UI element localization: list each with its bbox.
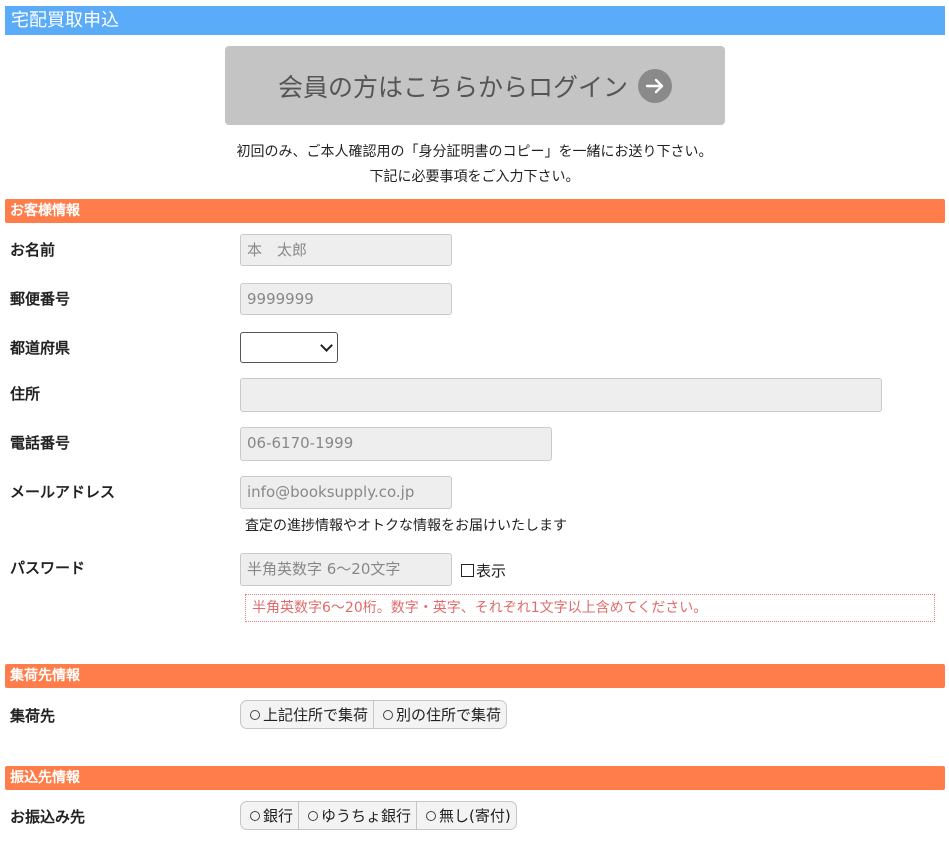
pickup-info-header: 集荷先情報 bbox=[5, 664, 945, 688]
show-password-checkbox[interactable] bbox=[461, 564, 474, 577]
postal-code-placeholder: 9999999 bbox=[247, 290, 314, 308]
transfer-option-group: 銀行 ゆうちょ銀行 無し(寄付) bbox=[240, 801, 517, 830]
transfer-option-label: 無し(寄付) bbox=[439, 807, 511, 825]
email-input[interactable]: info@booksupply.co.jp bbox=[240, 476, 452, 509]
pickup-label: 集荷先 bbox=[10, 707, 56, 725]
customer-info-header: お客様情報 bbox=[5, 199, 945, 223]
postal-code-input[interactable]: 9999999 bbox=[240, 283, 452, 315]
name-placeholder: 本 太郎 bbox=[247, 241, 308, 259]
password-label: パスワード bbox=[10, 559, 86, 577]
email-placeholder: info@booksupply.co.jp bbox=[247, 483, 415, 501]
password-rule-notice: 半角英数字6～20桁。数字・英字、それぞれ1文字以上含めてください。 bbox=[245, 594, 935, 622]
input-instruction: 下記に必要事項をご入力下さい。 bbox=[369, 169, 580, 185]
prefecture-select[interactable] bbox=[240, 332, 338, 363]
prefecture-label: 都道府県 bbox=[10, 339, 71, 357]
transfer-option-label: 銀行 bbox=[263, 807, 294, 825]
radio-icon bbox=[250, 810, 260, 821]
name-label: お名前 bbox=[10, 241, 56, 259]
phone-placeholder: 06-6170-1999 bbox=[247, 434, 354, 452]
arrow-right-icon bbox=[638, 68, 672, 103]
transfer-option-donation[interactable]: 無し(寄付) bbox=[417, 802, 516, 829]
address-label: 住所 bbox=[10, 385, 41, 403]
radio-icon bbox=[250, 709, 260, 720]
login-button-label: 会員の方はこちらからログイン bbox=[277, 72, 628, 102]
transfer-label: お振込み先 bbox=[10, 808, 86, 826]
address-input[interactable] bbox=[240, 378, 882, 412]
radio-icon bbox=[308, 810, 319, 821]
password-placeholder: 半角英数字 6～20文字 bbox=[247, 560, 401, 578]
id-copy-notice: 初回のみ、ご本人確認用の「身分証明書のコピー」を一緒にお送り下さい。 bbox=[236, 144, 713, 160]
page-title: 宅配買取申込 bbox=[5, 6, 945, 35]
pickup-option-other-address[interactable]: 別の住所で集荷 bbox=[374, 701, 506, 728]
name-input[interactable]: 本 太郎 bbox=[240, 234, 452, 266]
show-password-toggle[interactable]: 表示 bbox=[461, 560, 506, 581]
phone-label: 電話番号 bbox=[10, 434, 71, 452]
transfer-option-yucho[interactable]: ゆうちょ銀行 bbox=[299, 802, 418, 829]
email-hint: 査定の進捗情報やオトクな情報をお届けいたします bbox=[245, 518, 567, 534]
chevron-down-icon bbox=[320, 339, 333, 352]
pickup-option-label: 上記住所で集荷 bbox=[263, 706, 369, 724]
pickup-option-group: 上記住所で集荷 別の住所で集荷 bbox=[240, 700, 508, 729]
postal-code-label: 郵便番号 bbox=[10, 290, 71, 308]
email-label: メールアドレス bbox=[10, 483, 116, 501]
transfer-option-bank[interactable]: 銀行 bbox=[241, 802, 300, 829]
phone-input[interactable]: 06-6170-1999 bbox=[240, 427, 552, 461]
pickup-option-same-address[interactable]: 上記住所で集荷 bbox=[241, 701, 375, 728]
transfer-option-label: ゆうちょ銀行 bbox=[321, 807, 412, 825]
member-login-button[interactable]: 会員の方はこちらからログイン bbox=[225, 46, 725, 125]
radio-icon bbox=[426, 810, 437, 821]
password-input[interactable]: 半角英数字 6～20文字 bbox=[240, 553, 452, 586]
pickup-option-label: 別の住所で集荷 bbox=[396, 706, 502, 724]
transfer-info-header: 振込先情報 bbox=[5, 766, 945, 790]
radio-icon bbox=[383, 709, 394, 720]
show-password-label: 表示 bbox=[476, 562, 507, 580]
